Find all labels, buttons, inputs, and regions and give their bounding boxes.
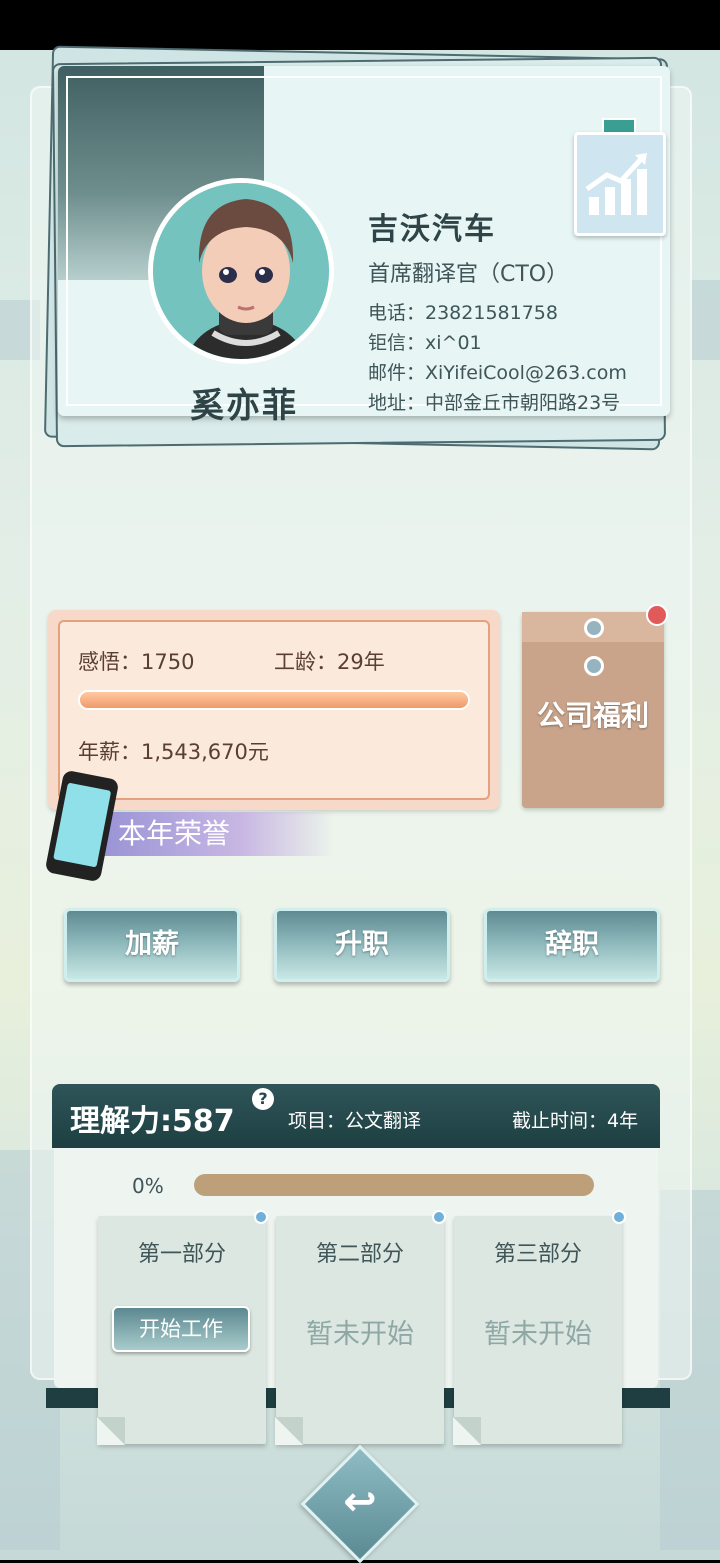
company-welfare-label: 公司福利 xyxy=(536,699,649,732)
project-name: 项目：公文翻译 xyxy=(288,1110,422,1132)
note-fold xyxy=(275,1417,303,1445)
skyline-right xyxy=(690,280,720,360)
avatar xyxy=(148,178,334,364)
part-status-2: 暂未开始 xyxy=(306,1319,414,1350)
promote-button[interactable]: 升职 xyxy=(274,908,450,982)
employee-name: 奚亦菲 xyxy=(190,386,298,426)
part-title-1: 第一部分 xyxy=(137,1242,226,1267)
pin-icon xyxy=(254,1210,268,1224)
contact-chat: 钜信：xi^01 xyxy=(368,332,482,354)
insight-value: 感悟：1750 xyxy=(78,650,195,674)
salary-value: 年薪：1,543,670元 xyxy=(78,740,269,764)
part-title-2: 第二部分 xyxy=(315,1242,404,1267)
resign-button[interactable]: 辞职 xyxy=(484,908,660,982)
contact-phone: 电话：23821581758 xyxy=(368,302,558,324)
contact-email: 邮件：XiYifeiCool@263.com xyxy=(368,362,627,384)
stats-panel xyxy=(48,610,500,810)
stats-progress-bar xyxy=(78,690,470,710)
note-fold xyxy=(97,1417,125,1445)
back-icon: ↩ xyxy=(343,1479,377,1525)
help-icon[interactable]: ? xyxy=(252,1088,274,1110)
note-fold xyxy=(453,1417,481,1445)
ability-score: 理解力:587 xyxy=(70,1104,235,1139)
raise-salary-button[interactable]: 加薪 xyxy=(64,908,240,982)
envelope-button-top xyxy=(584,618,604,638)
chart-growth-icon[interactable] xyxy=(574,132,666,236)
project-percent: 0% xyxy=(132,1174,164,1198)
annual-honor-label: 本年荣誉 xyxy=(118,817,231,850)
part-status-3: 暂未开始 xyxy=(484,1319,592,1350)
part-title-3: 第三部分 xyxy=(493,1242,582,1267)
start-work-button[interactable]: 开始工作 xyxy=(112,1306,250,1352)
pin-icon xyxy=(432,1210,446,1224)
project-progress-bar xyxy=(194,1174,594,1196)
seniority-value: 工龄：29年 xyxy=(274,650,385,674)
chart-growth-graphic xyxy=(585,153,647,215)
pin-icon xyxy=(612,1210,626,1224)
project-deadline: 截止时间：4年 xyxy=(512,1110,639,1132)
envelope-button-bottom xyxy=(584,656,604,676)
stats-progress-fill xyxy=(80,692,468,708)
job-title: 首席翻译官（CTO） xyxy=(368,262,569,287)
contact-address: 地址：中部金丘市朝阳路23号 xyxy=(368,392,621,414)
phone-screen xyxy=(53,782,112,868)
notification-dot-icon xyxy=(646,604,668,626)
company-name: 吉沃汽车 xyxy=(368,212,496,247)
